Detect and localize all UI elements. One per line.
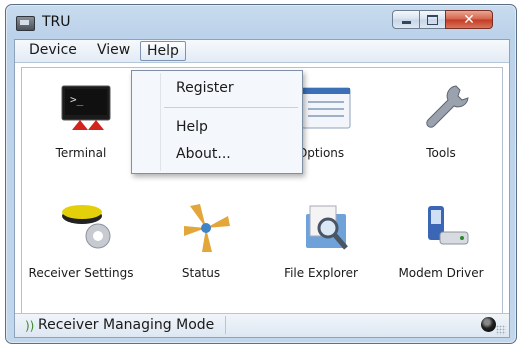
tile-terminal[interactable]: >_ Terminal [22,68,140,184]
status-separator [225,316,226,334]
status-icon [184,204,230,252]
menu-bar: Device View Help [15,40,509,63]
tile-modem-driver[interactable]: Modem Driver [382,188,500,304]
options-icon [301,87,351,129]
modem-driver-icon [428,206,469,245]
menu-separator [164,107,298,108]
tile-status[interactable]: Status [142,188,260,304]
menu-view[interactable]: View [93,42,134,58]
tile-label-file-explorer: File Explorer [284,266,358,280]
maximize-icon [427,14,438,25]
svg-text:>_: >_ [70,93,84,106]
tile-label-status: Status [181,266,221,280]
tile-file-explorer[interactable]: File Explorer [262,188,380,304]
terminal-icon: >_ [61,85,111,130]
tile-label-terminal: Terminal [55,146,107,160]
window-title: TRU [42,14,71,30]
tile-label-tools: Tools [426,146,456,160]
menu-device[interactable]: Device [25,42,81,58]
signal-icon: )) [25,319,35,333]
menu-item-about[interactable]: About... [132,141,302,167]
close-button[interactable]: ✕ [445,10,493,29]
tile-label-receiver-settings: Receiver Settings [28,266,134,280]
menu-help[interactable]: Help [140,41,186,61]
app-window: TRU ✕ Device View Help >_ Terminal Optio… [5,4,517,344]
receiver-settings-icon [62,205,111,249]
file-explorer-icon [306,205,348,250]
tru-app-icon[interactable] [16,16,35,31]
status-mode-text: Receiver Managing Mode [38,317,215,333]
tile-label-modem-driver: Modem Driver [398,266,484,280]
help-dropdown-menu: Register Help About... [131,70,303,174]
resize-grip[interactable] [496,325,506,335]
title-bar[interactable]: TRU ✕ [6,5,516,39]
tile-tools[interactable]: Tools [382,68,500,184]
menu-item-register[interactable]: Register [132,75,302,101]
menu-item-help[interactable]: Help [132,114,302,140]
status-bar: )) Receiver Managing Mode [15,313,509,337]
close-icon: ✕ [463,11,475,28]
minimize-icon [401,21,411,24]
globe-icon[interactable] [481,317,496,332]
tools-icon [426,85,469,128]
minimize-button[interactable] [392,10,420,29]
tile-receiver-settings[interactable]: Receiver Settings [22,188,140,304]
maximize-button[interactable] [419,10,446,29]
